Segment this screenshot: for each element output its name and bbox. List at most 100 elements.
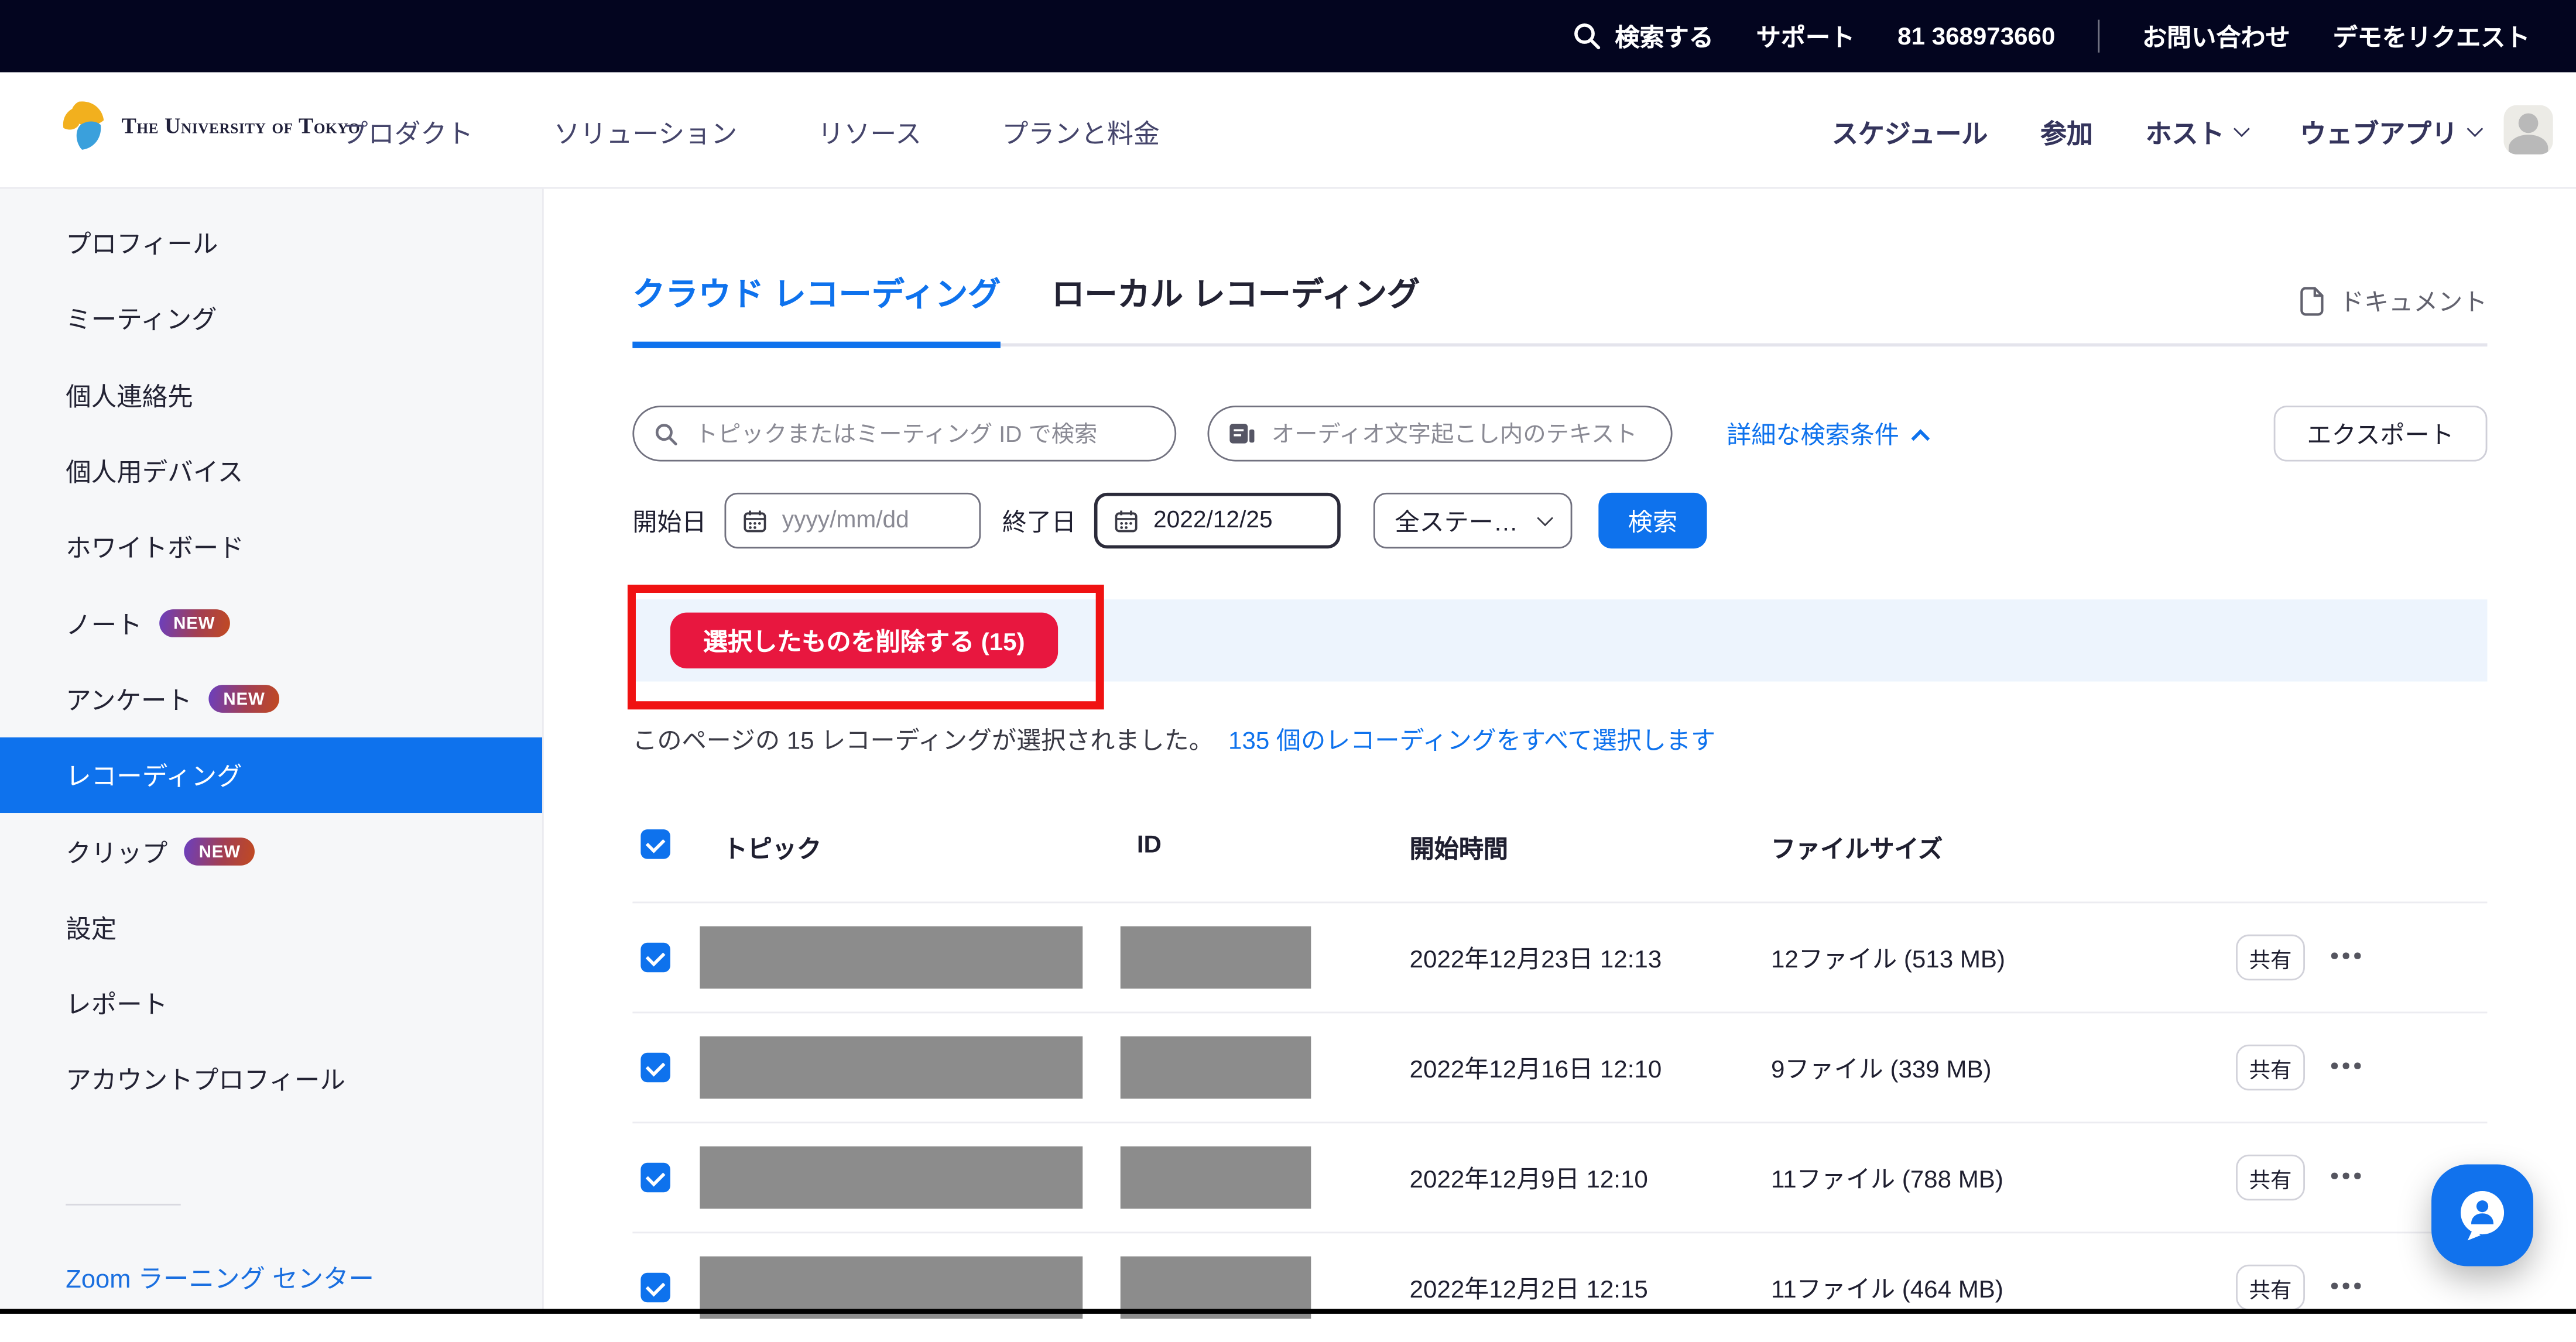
delete-selected-button[interactable]: 選択したものを削除する (15) [670,613,1058,668]
sidebar-item-whiteboard[interactable]: ホワイトボード [0,509,542,585]
sidebar: プロフィール ミーティング 個人連絡先 個人用デバイス ホワイトボード ノートN… [0,189,544,1314]
sidebar-item-recordings[interactable]: レコーディング [0,737,542,814]
id-redacted[interactable] [1121,1036,1311,1099]
more-actions-icon[interactable] [2331,1063,2360,1069]
topbar-search[interactable]: 検索する [1572,19,1713,53]
chevron-down-icon [2234,120,2250,136]
nav-webapp[interactable]: ウェブアプリ [2300,111,2481,150]
row-checkbox[interactable] [640,1273,670,1303]
nav-products[interactable]: プロダクト [342,111,474,150]
row-checkbox[interactable] [640,1053,670,1083]
more-actions-icon[interactable] [2331,1173,2360,1179]
header-actions: スケジュール 参加 ホスト ウェブアプリ [1832,72,2481,188]
sidebar-item-settings[interactable]: 設定 [0,890,542,966]
nav-plans-pricing[interactable]: プランと料金 [1002,111,1159,150]
nav-host[interactable]: ホスト [2146,111,2248,150]
university-logo-text: The University of Tokyo [122,114,361,140]
tab-local-recordings[interactable]: ローカル レコーディング [1051,267,1420,315]
row-checkbox[interactable] [640,943,670,973]
topbar-contact-link[interactable]: お問い合わせ [2142,19,2290,53]
share-button[interactable]: 共有 [2236,1045,2305,1091]
col-topic: トピック [723,831,821,866]
zoom-learning-center-link[interactable]: Zoom ラーニング センター [66,1259,374,1296]
col-file-size: ファイルサイズ [1771,831,1943,866]
calendar-icon [1114,508,1139,533]
id-redacted[interactable] [1121,926,1311,989]
site-header: The University of Tokyo プロダクト ソリューション リソ… [0,72,2576,188]
chat-bubble-icon [2451,1184,2514,1247]
file-size-cell: 9ファイル (339 MB) [1771,1051,1992,1086]
topbar-phone[interactable]: 81 368973660 [1897,22,2055,50]
file-size-cell: 12ファイル (513 MB) [1771,941,2005,976]
share-button[interactable]: 共有 [2236,1155,2305,1201]
sidebar-item-meetings[interactable]: ミーティング [0,282,542,358]
more-actions-icon[interactable] [2331,1283,2360,1289]
documents-link[interactable]: ドキュメント [2298,284,2488,318]
transcript-search-field[interactable] [1207,406,1672,461]
start-time-cell: 2022年12月23日 12:13 [1410,941,1662,976]
selection-summary: このページの 15 レコーディングが選択されました。 135 個のレコーディング… [632,723,1715,757]
table-row: 2022年12月2日 12:15 11ファイル (464 MB) 共有 [632,1232,2487,1342]
transcript-icon [1229,421,1255,446]
nav-join[interactable]: 参加 [2040,111,2093,150]
start-time-cell: 2022年12月16日 12:10 [1410,1051,1662,1086]
nav-resources[interactable]: リソース [818,111,922,150]
transcript-search-input[interactable] [1268,419,1651,449]
start-date-field[interactable] [725,493,981,548]
main-nav: プロダクト ソリューション リソース プランと料金 [342,72,1160,188]
status-dropdown[interactable]: 全ステー… [1373,493,1573,548]
tab-cloud-recordings[interactable]: クラウド レコーディング [632,267,1001,315]
file-size-cell: 11ファイル (464 MB) [1771,1271,2003,1306]
selection-banner: 選択したものを削除する (15) [632,599,2487,681]
table-row: 2022年12月23日 12:13 12ファイル (513 MB) 共有 [632,902,2487,1012]
id-redacted[interactable] [1121,1147,1311,1209]
search-button[interactable]: 検索 [1598,493,1707,548]
university-logo[interactable]: The University of Tokyo [53,98,360,154]
topic-redacted[interactable] [700,926,1083,989]
topic-redacted[interactable] [700,1036,1083,1099]
topbar-support-link[interactable]: サポート [1756,19,1855,53]
screen-bottom-edge [0,1309,2576,1313]
support-chat-button[interactable] [2431,1165,2533,1267]
row-checkbox[interactable] [640,1163,670,1193]
search-icon [654,421,679,446]
sidebar-item-notes[interactable]: ノートNEW [0,585,542,661]
sidebar-item-reports[interactable]: レポート [0,966,542,1042]
end-date-input[interactable] [1150,506,1321,536]
search-row: 詳細な検索条件 エクスポート [632,406,2487,461]
document-icon [2298,286,2327,317]
more-actions-icon[interactable] [2331,953,2360,959]
new-badge: NEW [184,838,255,866]
end-date-field[interactable] [1094,493,1341,548]
calendar-icon [742,508,767,533]
sidebar-item-profile[interactable]: プロフィール [0,205,542,282]
sidebar-item-personal-contacts[interactable]: 個人連絡先 [0,358,542,434]
nav-solutions[interactable]: ソリューション [554,111,737,150]
sidebar-item-surveys[interactable]: アンケートNEW [0,661,542,737]
select-all-checkbox[interactable] [640,829,670,859]
advanced-search-link[interactable]: 詳細な検索条件 [1727,417,1927,452]
start-date-input[interactable] [779,506,962,536]
sidebar-item-clips[interactable]: クリップNEW [0,814,542,890]
topbar-request-demo-link[interactable]: デモをリクエスト [2333,19,2530,53]
export-button[interactable]: エクスポート [2274,406,2488,461]
select-all-link[interactable]: 135 個のレコーディングをすべて選択します [1228,723,1715,757]
avatar[interactable] [2504,105,2553,155]
topic-search-field[interactable] [632,406,1176,461]
nav-schedule[interactable]: スケジュール [1832,111,1988,150]
sidebar-item-personal-devices[interactable]: 個人用デバイス [0,434,542,510]
selection-text: このページの 15 レコーディングが選択されました。 [632,723,1213,757]
chevron-down-icon [2467,120,2483,136]
topbar-divider [2098,20,2099,53]
chevron-down-icon [1537,510,1553,526]
page: 検索する サポート 81 368973660 お問い合わせ デモをリクエスト T… [0,0,2576,1314]
sidebar-item-account-profile[interactable]: アカウントプロフィール [0,1042,542,1118]
chevron-up-icon [1912,428,1930,447]
share-button[interactable]: 共有 [2236,935,2305,981]
new-badge: NEW [208,685,280,713]
topic-redacted[interactable] [700,1147,1083,1209]
start-time-cell: 2022年12月2日 12:15 [1410,1271,1648,1306]
share-button[interactable]: 共有 [2236,1265,2305,1311]
topic-search-input[interactable] [691,419,1155,449]
recordings-table: 2022年12月23日 12:13 12ファイル (513 MB) 共有 202… [632,902,2487,1342]
